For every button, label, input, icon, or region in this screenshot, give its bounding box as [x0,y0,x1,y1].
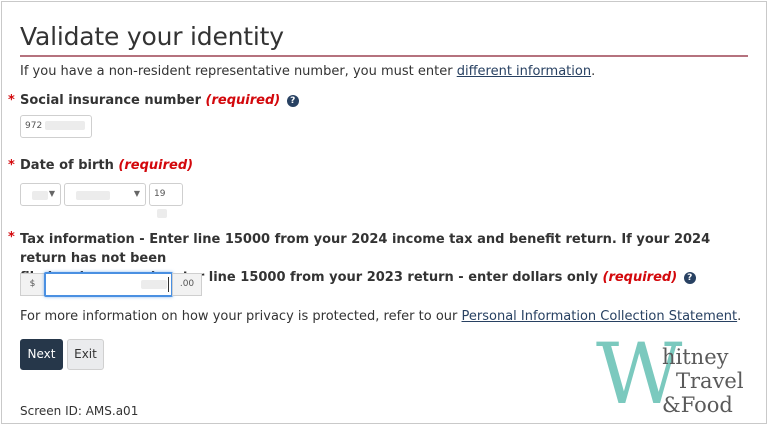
chevron-down-icon: ▼ [48,189,55,198]
sin-input-value: 972 [25,121,43,131]
intro-text-body: If you have a non-resident representativ… [20,64,453,79]
privacy-text-body: For more information on how your privacy… [20,309,458,324]
dob-day-select[interactable]: ▼ [20,183,61,206]
watermark-line1: hitney [662,345,729,369]
dob-month-select[interactable]: ▼ [64,183,146,206]
dob-year-prefix: 19 [154,189,166,199]
dob-year-redacted [157,209,167,218]
sin-label: Social insurance number (required) ? [20,93,299,108]
screen-id: Screen ID: AMS.a01 [20,404,139,418]
sin-required-star: * [8,93,15,108]
text-cursor [168,277,169,292]
sin-redacted-digits [45,121,86,130]
currency-prefix: $ [20,273,45,296]
cents-suffix: .00 [172,273,202,296]
tax-label-line1: Tax information - Enter line 15000 from … [20,232,711,266]
privacy-text: For more information on how your privacy… [20,309,741,324]
intro-text: If you have a non-resident representativ… [20,64,595,79]
dob-day-redacted [32,191,48,200]
watermark-logo: W hitney Travel &Food [596,332,762,418]
dob-label-text: Date of birth [20,158,114,173]
privacy-statement-link[interactable]: Personal Information Collection Statemen… [462,309,738,324]
dob-required-text: (required) [118,158,194,173]
dob-month-redacted [76,191,110,200]
sin-input[interactable]: 972 [20,115,92,138]
tax-amount-redacted [141,280,167,289]
tax-required-text: (required) [602,270,678,285]
different-information-link[interactable]: different information [457,64,591,79]
chevron-down-icon: ▼ [133,189,140,198]
dob-required-star: * [8,158,15,173]
intro-text-end: . [591,64,596,79]
tax-help-icon[interactable]: ? [683,272,696,284]
dob-year-input[interactable]: 19 [149,183,183,218]
watermark-line2: Travel [676,369,744,393]
dob-label: Date of birth (required) [20,158,193,173]
sin-label-text: Social insurance number [20,93,201,108]
next-button[interactable]: Next [20,339,63,370]
sin-required-text: (required) [205,93,281,108]
exit-button[interactable]: Exit [67,339,104,370]
tax-amount-input[interactable] [44,272,173,297]
page-title: Validate your identity [20,22,284,51]
title-divider [20,55,748,57]
privacy-text-end: . [737,309,742,324]
watermark-line3: &Food [662,393,733,417]
sin-help-icon[interactable]: ? [286,95,299,107]
tax-required-star: * [8,230,15,245]
